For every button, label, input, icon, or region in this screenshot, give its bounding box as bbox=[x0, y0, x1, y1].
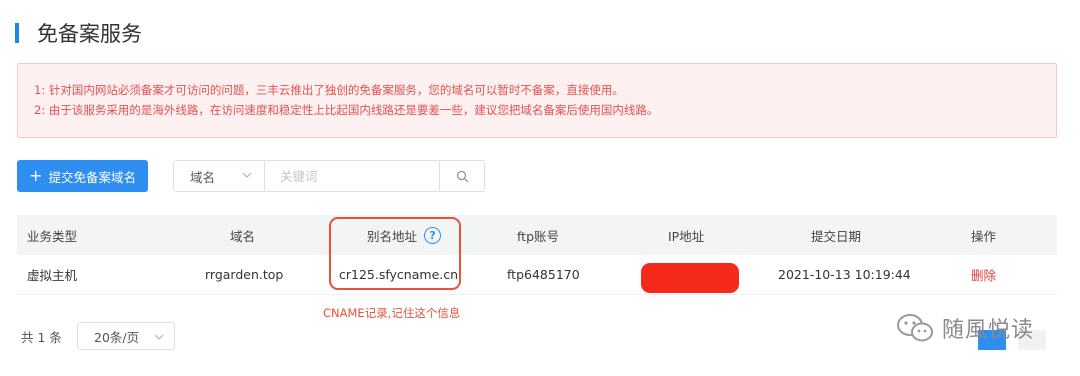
table-header-row: 业务类型 域名 别名地址 ? ftp账号 IP地址 提交日期 操作 bbox=[17, 215, 1057, 255]
page-title: 免备案服务 bbox=[37, 22, 142, 46]
cell-type: 虚拟主机 bbox=[27, 268, 78, 283]
delete-link[interactable]: 删除 bbox=[971, 265, 996, 284]
page-size-select[interactable]: 20条/页 bbox=[77, 322, 175, 350]
notice-line-2: 2: 由于该服务采用的是海外线路，在访问速度和稳定性上比起国内线路还是要差一些，… bbox=[34, 103, 659, 117]
notice-line-1: 1: 针对国内网站必须备案才可访问的问题，三丰云推出了独创的免备案服务，您的域名… bbox=[34, 83, 624, 97]
search-button[interactable] bbox=[439, 161, 484, 191]
notice-box: 1: 针对国内网站必须备案才可访问的问题，三丰云推出了独创的免备案服务，您的域名… bbox=[17, 63, 1057, 138]
watermark: 随風悦读 bbox=[896, 312, 1034, 344]
submit-domain-button[interactable]: + 提交免备案域名 bbox=[17, 160, 148, 192]
col-header-type: 业务类型 bbox=[27, 228, 78, 244]
cell-ftp: ftp6485170 bbox=[507, 267, 580, 282]
col-header-action: 操作 bbox=[971, 228, 997, 244]
plus-icon: + bbox=[29, 166, 43, 185]
watermark-text: 随風悦读 bbox=[942, 318, 1035, 343]
cell-domain: rrgarden.top bbox=[205, 267, 284, 282]
col-header-date: 提交日期 bbox=[811, 228, 862, 244]
cname-highlight-box bbox=[329, 217, 461, 290]
search-field-select[interactable]: 域名 bbox=[174, 161, 265, 191]
ip-redaction bbox=[641, 263, 739, 293]
col-header-domain: 域名 bbox=[230, 228, 256, 244]
page-header: 免备案服务 bbox=[15, 20, 142, 46]
search-field-value: 域名 bbox=[190, 169, 216, 185]
page-size-value: 20条/页 bbox=[94, 329, 140, 345]
pagination-total: 共 1 条 bbox=[21, 330, 62, 345]
search-icon bbox=[456, 170, 468, 182]
cname-annotation: CNAME记录,记住这个信息 bbox=[323, 306, 461, 320]
domain-table: 业务类型 域名 别名地址 ? ftp账号 IP地址 提交日期 操作 虚拟主机 r… bbox=[17, 215, 1057, 295]
col-header-ip: IP地址 bbox=[668, 228, 705, 244]
wechat-icon bbox=[897, 314, 933, 342]
col-header-ftp: ftp账号 bbox=[517, 228, 560, 244]
title-accent-bar bbox=[15, 23, 19, 43]
search-bar: 域名 bbox=[173, 160, 485, 192]
table-row: 虚拟主机 rrgarden.top cr125.sfycname.cn ftp6… bbox=[17, 255, 1057, 295]
cell-date: 2021-10-13 10:19:44 bbox=[778, 267, 911, 282]
search-input[interactable] bbox=[265, 161, 439, 191]
chevron-down-icon bbox=[154, 334, 164, 340]
chevron-down-icon bbox=[242, 172, 252, 178]
submit-domain-label: 提交免备案域名 bbox=[48, 169, 136, 185]
